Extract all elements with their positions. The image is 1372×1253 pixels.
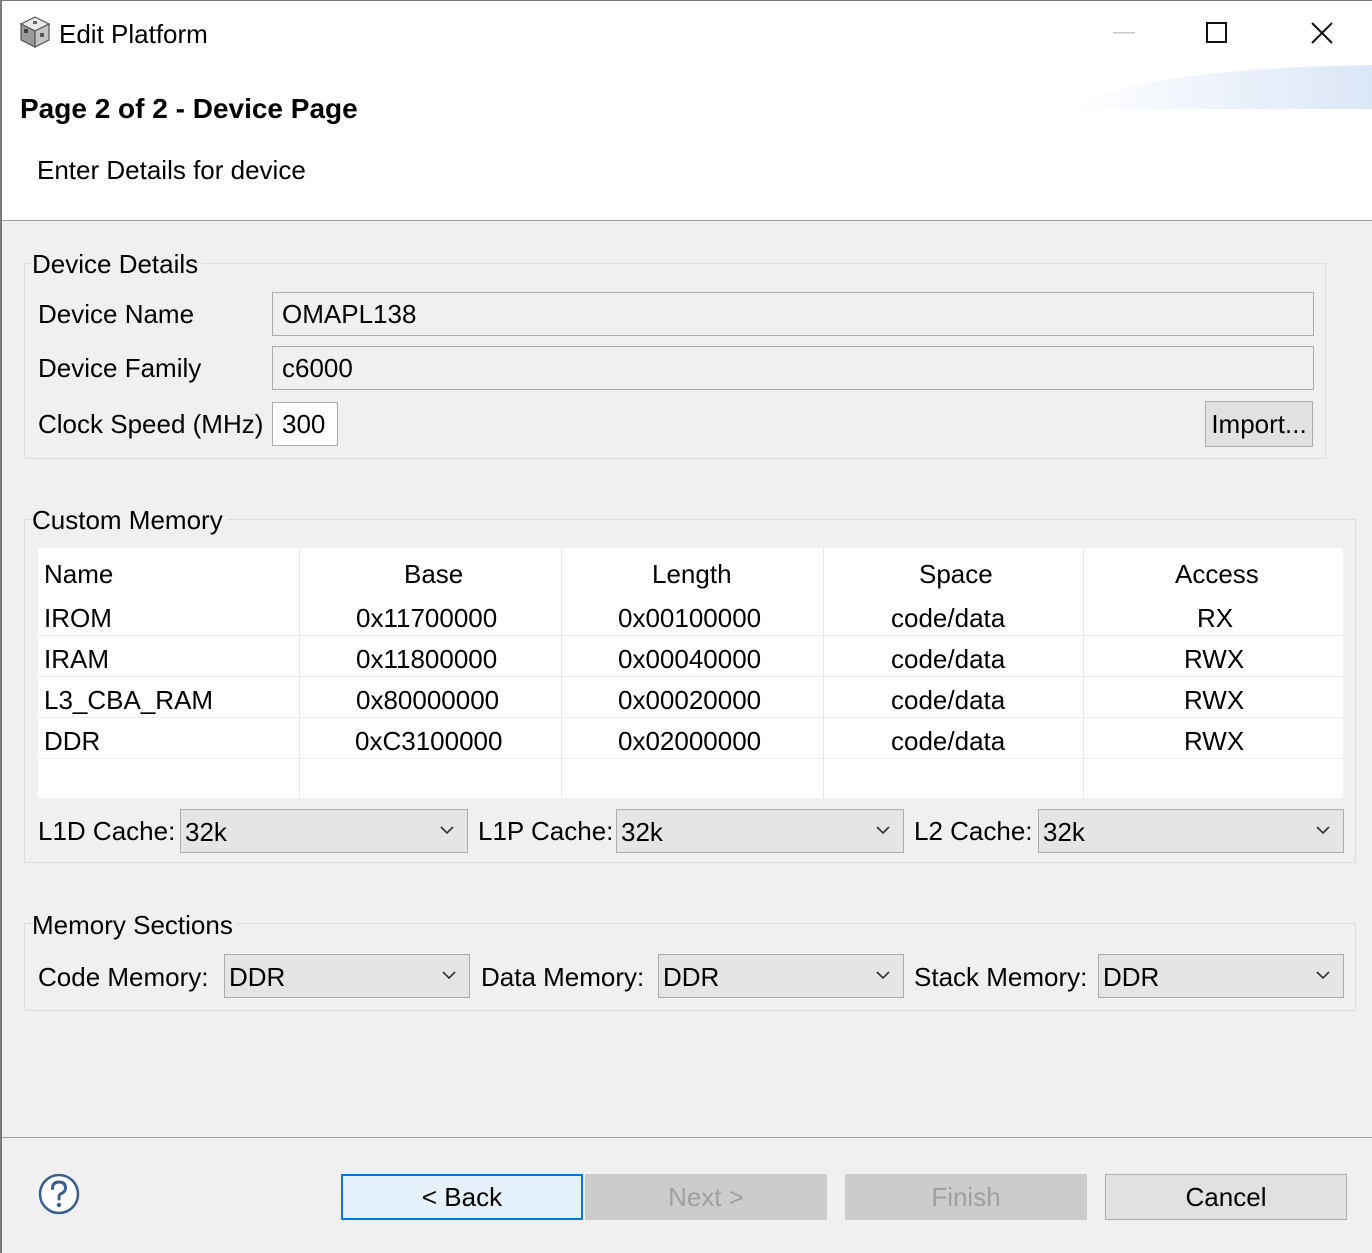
cancel-button[interactable]: Cancel <box>1105 1174 1347 1220</box>
footer-separator <box>2 1137 1372 1138</box>
table-cell[interactable]: code/data <box>891 603 1005 634</box>
custom-memory-label: Custom Memory <box>32 505 227 536</box>
chevron-down-icon <box>1316 826 1330 835</box>
table-cell[interactable]: code/data <box>891 644 1005 675</box>
cube-icon <box>19 16 51 48</box>
table-cell[interactable]: DDR <box>44 726 100 757</box>
table-cell[interactable]: IROM <box>44 603 112 634</box>
clock-speed-label: Clock Speed (MHz) <box>38 409 264 439</box>
stack-memory-select[interactable]: DDR <box>1098 954 1344 998</box>
chevron-down-icon <box>876 826 890 835</box>
column-header-space[interactable]: Space <box>919 559 993 590</box>
table-cell[interactable]: IRAM <box>44 644 109 675</box>
l1d-cache-label: L1D Cache: <box>38 816 176 846</box>
maximize-icon <box>1206 22 1227 43</box>
l1d-cache-select[interactable]: 32k <box>180 809 468 853</box>
l2-cache-value: 32k <box>1043 817 1085 847</box>
table-cell[interactable]: 0x11700000 <box>356 603 497 634</box>
import-button[interactable]: Import... <box>1205 401 1313 447</box>
device-family-label: Device Family <box>38 353 202 383</box>
page-description: Enter Details for device <box>37 155 306 185</box>
memory-table[interactable]: Name Base Length Space Access IROM 0x117… <box>38 548 1343 798</box>
chevron-down-icon <box>1316 971 1330 980</box>
help-icon[interactable] <box>38 1173 80 1215</box>
minimize-icon <box>1113 32 1135 34</box>
device-name-field[interactable]: OMAPL138 <box>272 292 1314 336</box>
back-button[interactable]: < Back <box>341 1174 583 1220</box>
table-cell[interactable]: 0x11800000 <box>356 644 497 675</box>
table-cell[interactable]: L3_CBA_RAM <box>44 685 213 716</box>
table-cell[interactable]: 0x02000000 <box>618 726 761 757</box>
table-cell[interactable]: code/data <box>891 685 1005 716</box>
column-header-access[interactable]: Access <box>1175 559 1259 590</box>
close-icon <box>1311 22 1333 44</box>
table-cell[interactable]: 0x80000000 <box>356 685 499 716</box>
table-cell[interactable]: RWX <box>1184 685 1244 716</box>
table-cell[interactable]: 0x00040000 <box>618 644 761 675</box>
window-title: Edit Platform <box>59 19 208 49</box>
device-details-label: Device Details <box>32 249 203 280</box>
stack-memory-value: DDR <box>1103 962 1160 992</box>
clock-speed-input[interactable]: 300 <box>272 402 338 446</box>
table-cell[interactable]: 0x00020000 <box>618 685 761 716</box>
device-name-label: Device Name <box>38 299 195 329</box>
chevron-down-icon <box>876 971 890 980</box>
banner-decoration <box>1072 65 1372 109</box>
close-button[interactable] <box>1272 9 1372 57</box>
table-cell[interactable]: 0x00100000 <box>618 603 761 634</box>
table-cell[interactable]: RWX <box>1184 644 1244 675</box>
table-cell[interactable]: RWX <box>1184 726 1244 757</box>
memory-sections-label: Memory Sections <box>32 910 237 941</box>
table-cell[interactable]: code/data <box>891 726 1005 757</box>
l1p-cache-label: L1P Cache: <box>478 816 614 846</box>
code-memory-select[interactable]: DDR <box>224 954 470 998</box>
l1p-cache-value: 32k <box>621 817 663 847</box>
page-title: Page 2 of 2 - Device Page <box>20 93 358 124</box>
column-header-base[interactable]: Base <box>404 559 463 590</box>
l1d-cache-value: 32k <box>185 817 227 847</box>
column-header-name[interactable]: Name <box>44 559 113 590</box>
wizard-banner: Page 2 of 2 - Device Page Enter Details … <box>2 65 1372 221</box>
minimize-button[interactable] <box>1074 9 1174 57</box>
finish-button[interactable]: Finish <box>845 1174 1087 1220</box>
l2-cache-select[interactable]: 32k <box>1038 809 1344 853</box>
data-memory-select[interactable]: DDR <box>658 954 904 998</box>
chevron-down-icon <box>442 971 456 980</box>
maximize-button[interactable] <box>1167 9 1267 57</box>
code-memory-value: DDR <box>229 962 286 992</box>
l2-cache-label: L2 Cache: <box>914 816 1033 846</box>
device-family-field[interactable]: c6000 <box>272 346 1314 390</box>
code-memory-label: Code Memory: <box>38 962 209 992</box>
l1p-cache-select[interactable]: 32k <box>616 809 904 853</box>
table-cell[interactable]: 0xC3100000 <box>355 726 502 757</box>
data-memory-label: Data Memory: <box>481 962 645 992</box>
column-header-length[interactable]: Length <box>652 559 732 590</box>
stack-memory-label: Stack Memory: <box>914 962 1088 992</box>
data-memory-value: DDR <box>663 962 720 992</box>
next-button[interactable]: Next > <box>585 1174 827 1220</box>
table-cell[interactable]: RX <box>1197 603 1233 634</box>
chevron-down-icon <box>440 826 454 835</box>
title-bar: Edit Platform <box>2 1 1372 65</box>
edit-platform-dialog: Edit Platform Page 2 of 2 - Device Page … <box>0 0 1372 1253</box>
